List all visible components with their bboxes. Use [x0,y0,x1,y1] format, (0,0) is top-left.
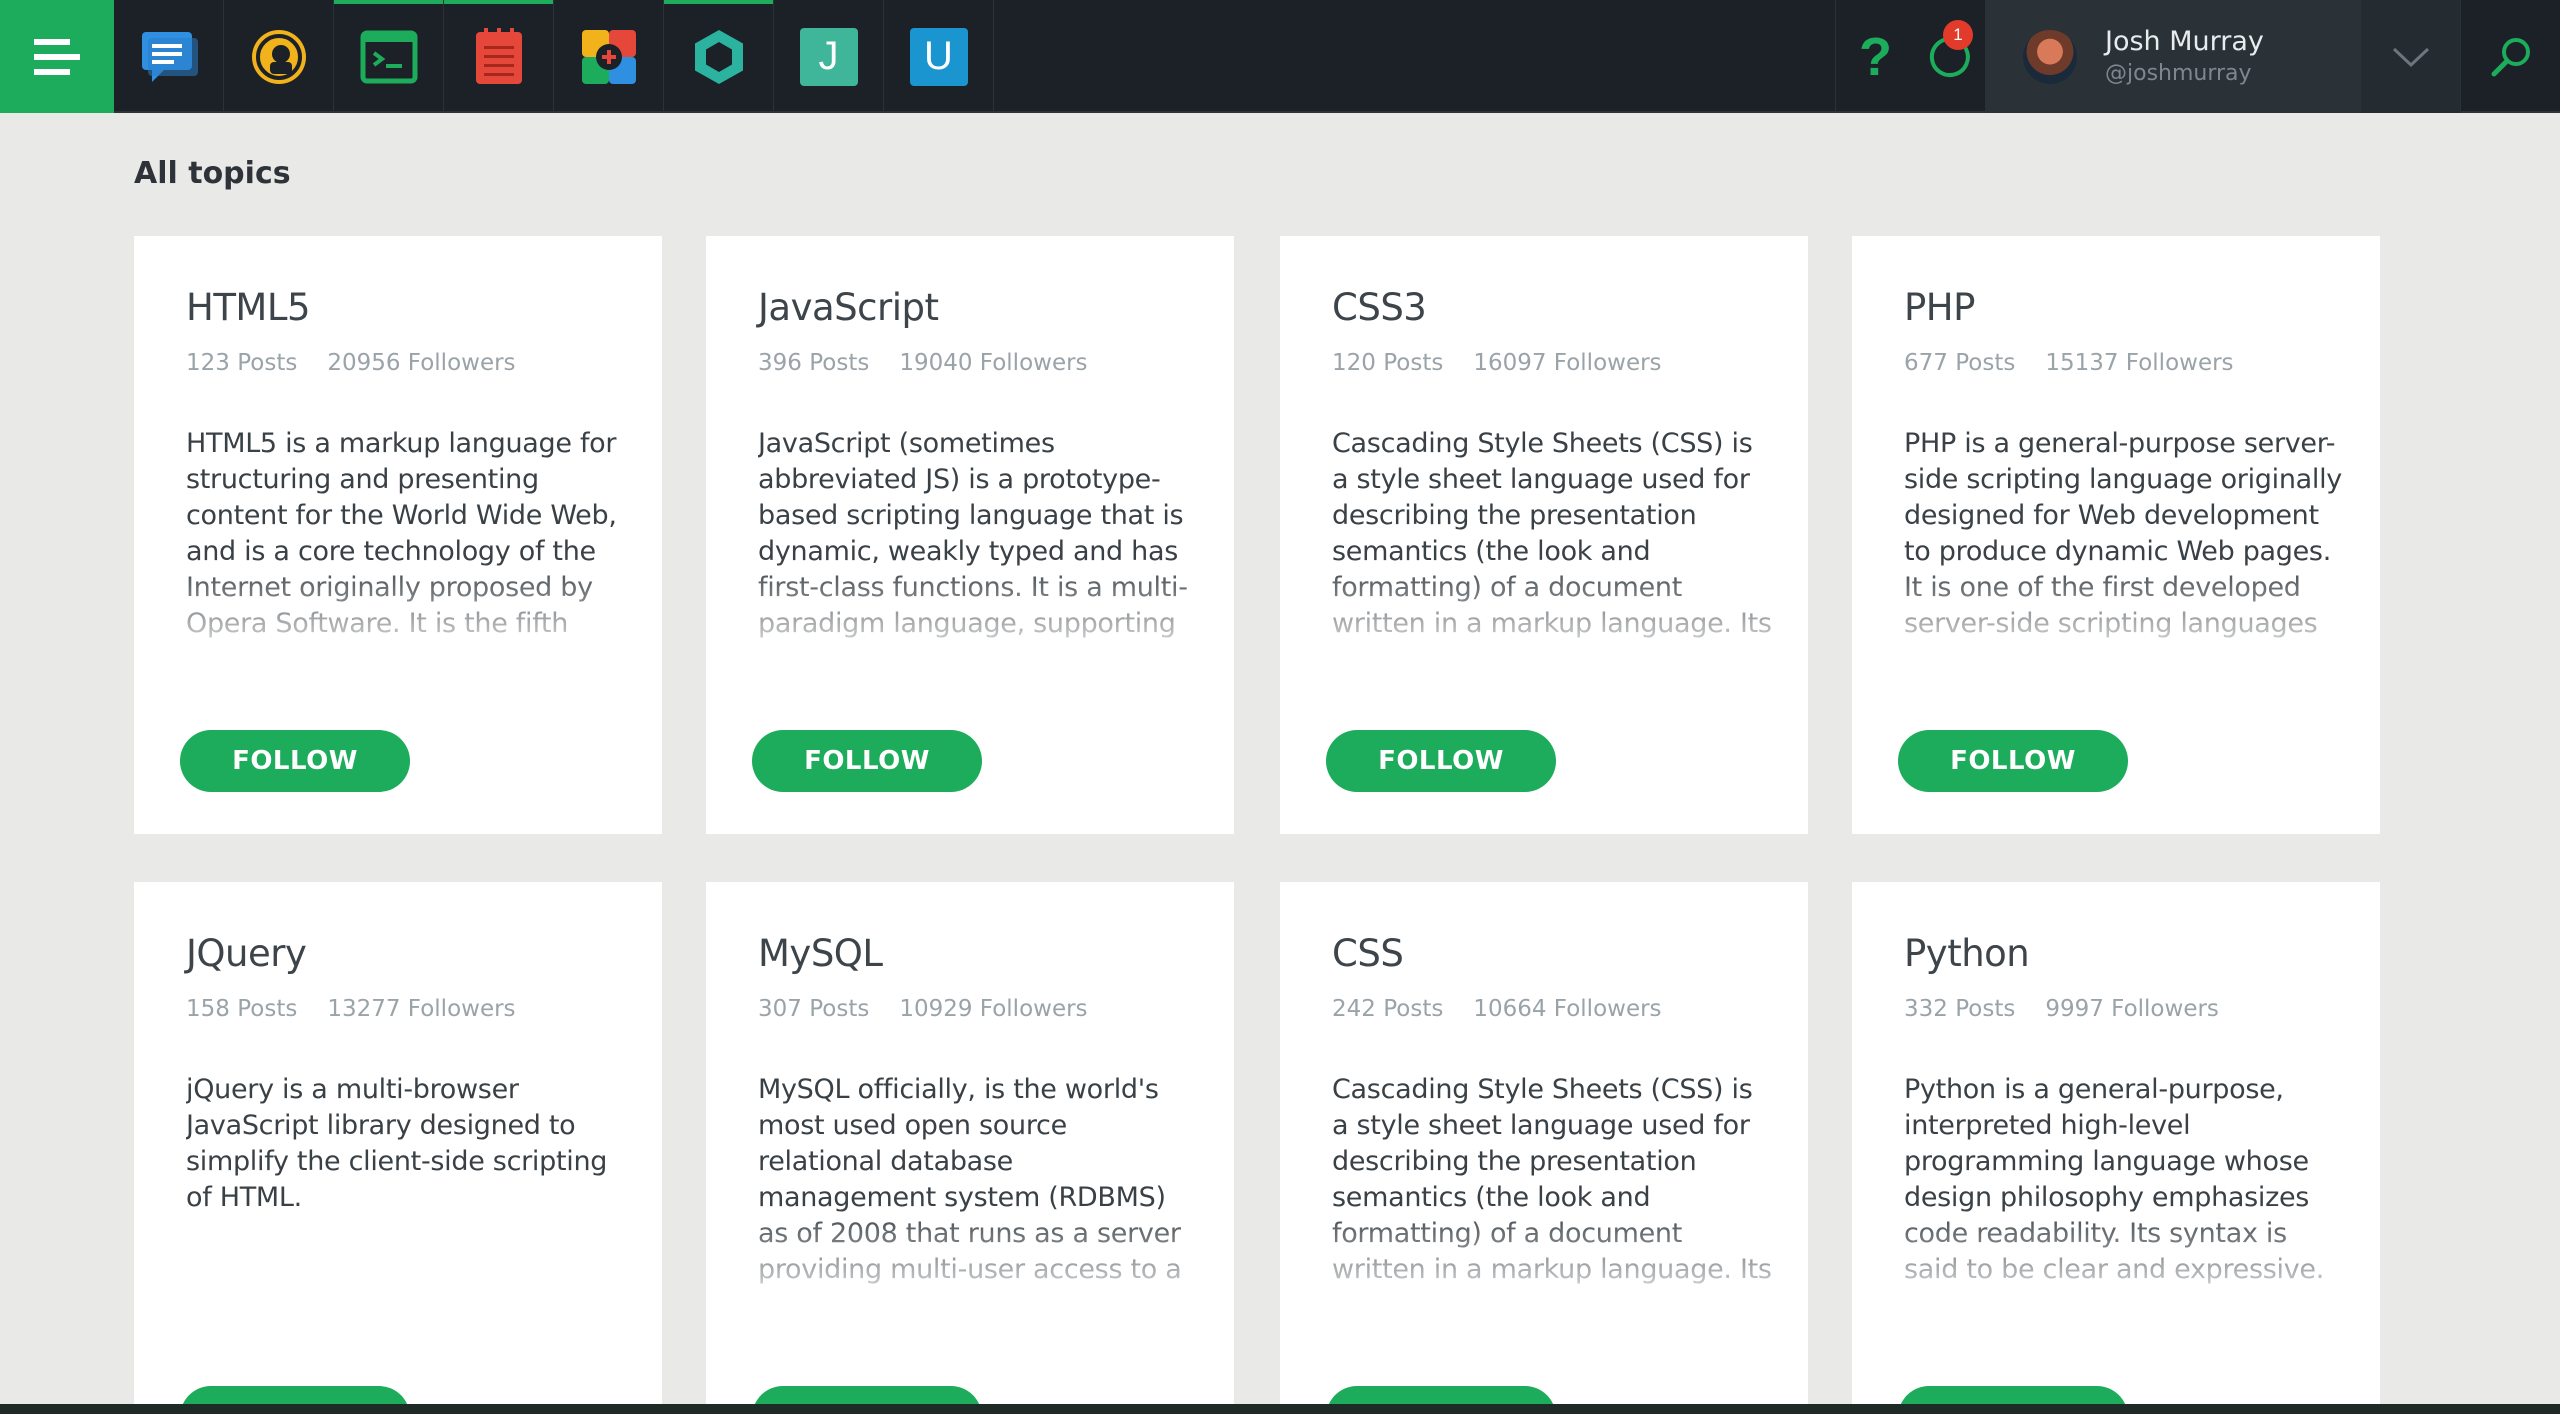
post-count: 123 Posts [186,350,298,376]
topic-stats: 123 Posts 20956 Followers [186,350,516,376]
notification-count-badge: 1 [1943,20,1973,50]
topic-description: MySQL officially, is the world's most us… [758,1072,1198,1288]
topic-title[interactable]: JQuery [186,932,307,975]
support-agent-icon [251,29,306,84]
follower-count: 10929 Followers [899,996,1088,1022]
topic-title[interactable]: Python [1904,932,2030,975]
search-button[interactable] [2460,0,2560,113]
topic-title[interactable]: CSS [1332,932,1404,975]
topic-stats: 332 Posts 9997 Followers [1904,996,2219,1022]
chat-icon [141,31,198,82]
user-name: Josh Murray [2105,25,2264,57]
help-button[interactable]: ? [1835,0,1915,113]
right-toolbar: ? 1 Josh Murray @joshmurray [1835,0,2560,113]
hexagon-icon [694,29,743,84]
topic-description: JavaScript (sometimes abbreviated JS) is… [758,426,1198,642]
question-mark-icon: ? [1859,26,1892,87]
follower-count: 13277 Followers [327,996,516,1022]
search-icon [2491,37,2530,76]
topic-title[interactable]: HTML5 [186,286,311,329]
user-menu-dropdown[interactable] [2360,0,2460,113]
user-profile[interactable]: Josh Murray @joshmurray [1985,0,2360,113]
follow-button[interactable]: FOLLOW [180,730,410,792]
topic-card: CSS 242 Posts 10664 Followers Cascading S… [1280,882,1808,1414]
hamburger-menu-button[interactable] [0,0,114,113]
topic-card: MySQL 307 Posts 10929 Followers MySQL off… [706,882,1234,1414]
app-tile-j[interactable]: J [774,0,884,113]
topic-card: JavaScript 396 Posts 19040 Followers Java… [706,236,1234,834]
hamburger-icon [34,38,80,75]
j-app-icon: J [799,27,858,86]
topic-description: PHP is a general-purpose server-side scr… [1904,426,2344,642]
follow-button[interactable]: FOLLOW [1326,730,1556,792]
user-handle: @joshmurray [2105,60,2252,86]
colorful-plus-icon [581,29,636,84]
post-count: 242 Posts [1332,996,1444,1022]
post-count: 677 Posts [1904,350,2016,376]
follower-count: 9997 Followers [2045,996,2219,1022]
app-tile-support[interactable] [224,0,334,113]
post-count: 158 Posts [186,996,298,1022]
topic-card: PHP 677 Posts 15137 Followers PHP is a ge… [1852,236,2380,834]
notepad-icon [475,27,522,84]
topic-description: Cascading Style Sheets (CSS) is a style … [1332,426,1772,642]
topic-stats: 307 Posts 10929 Followers [758,996,1088,1022]
follower-count: 15137 Followers [2045,350,2234,376]
topic-card: Python 332 Posts 9997 Followers Python is… [1852,882,2380,1414]
app-tile-u[interactable]: U [884,0,994,113]
topic-stats: 396 Posts 19040 Followers [758,350,1088,376]
topic-description: Python is a general-purpose, interpreted… [1904,1072,2344,1288]
post-count: 332 Posts [1904,996,2016,1022]
topic-stats: 242 Posts 10664 Followers [1332,996,1662,1022]
follower-count: 10664 Followers [1473,996,1662,1022]
post-count: 120 Posts [1332,350,1444,376]
terminal-icon [360,30,417,83]
user-info: Josh Murray @joshmurray [2105,25,2264,89]
topic-description: HTML5 is a markup language for structuri… [186,426,626,642]
top-navigation-bar: J U ? 1 Josh Murray @joshmurray [0,0,2560,113]
follower-count: 19040 Followers [899,350,1088,376]
topic-title[interactable]: MySQL [758,932,883,975]
notifications-button[interactable]: 1 [1915,0,1985,113]
app-tile-terminal[interactable] [334,0,444,113]
page-title: All topics [134,156,291,191]
app-launcher: J U [114,0,994,113]
topic-stats: 158 Posts 13277 Followers [186,996,516,1022]
window-bottom-edge [0,1404,2560,1414]
topic-title[interactable]: PHP [1904,286,1975,329]
avatar [2023,29,2077,84]
chevron-down-icon [2392,47,2429,67]
app-tile-hexagon[interactable] [664,0,774,113]
topic-card: CSS3 120 Posts 16097 Followers Cascading … [1280,236,1808,834]
follow-button[interactable]: FOLLOW [1898,730,2128,792]
u-app-icon: U [909,27,968,86]
topic-stats: 677 Posts 15137 Followers [1904,350,2234,376]
topic-stats: 120 Posts 16097 Followers [1332,350,1662,376]
topic-description: jQuery is a multi-browser JavaScript lib… [186,1074,608,1213]
topic-description: Cascading Style Sheets (CSS) is a style … [1332,1072,1772,1288]
app-tile-add[interactable] [554,0,664,113]
topic-card: HTML5 123 Posts 20956 Followers HTML5 is … [134,236,662,834]
topic-title[interactable]: CSS3 [1332,286,1427,329]
topic-card: JQuery 158 Posts 13277 Followers jQuery i… [134,882,662,1414]
app-tile-chat[interactable] [114,0,224,113]
follower-count: 16097 Followers [1473,350,1662,376]
post-count: 396 Posts [758,350,870,376]
follower-count: 20956 Followers [327,350,516,376]
follow-button[interactable]: FOLLOW [752,730,982,792]
topic-title[interactable]: JavaScript [758,286,939,329]
app-tile-notes[interactable] [444,0,554,113]
post-count: 307 Posts [758,996,870,1022]
